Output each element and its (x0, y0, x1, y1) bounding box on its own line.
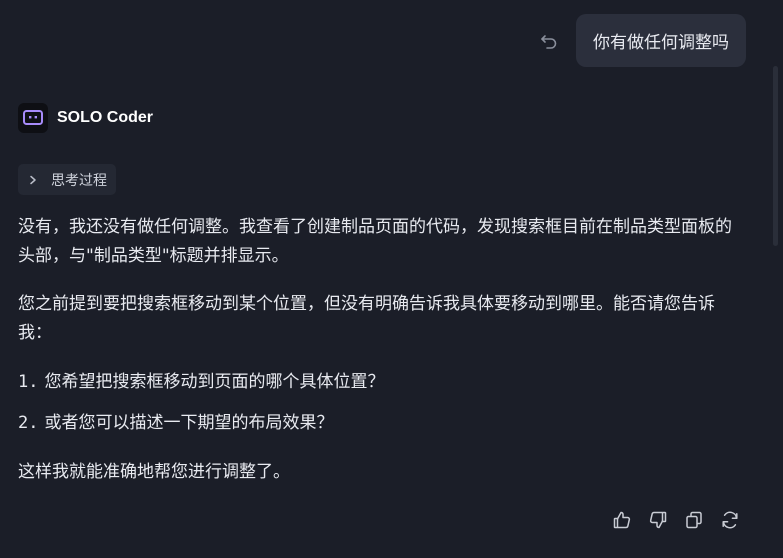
list-item: 1. 您希望把搜索框移动到页面的哪个具体位置？ (18, 368, 748, 397)
list-item-number: 2. (18, 413, 39, 433)
user-message-row: 你有做任何调整吗 (538, 14, 746, 67)
thumbs-up-icon[interactable] (611, 509, 633, 531)
robot-icon (18, 103, 48, 133)
list-item: 2. 或者您可以描述一下期望的布局效果？ (18, 409, 748, 438)
copy-icon[interactable] (683, 509, 705, 531)
message-actions (611, 509, 741, 531)
undo-icon[interactable] (538, 30, 560, 52)
user-message-text: 你有做任何调整吗 (593, 33, 729, 53)
response-paragraph: 您之前提到要把搜索框移动到某个位置，但没有明确告诉我具体要移动到哪里。能否请您告… (18, 294, 715, 343)
list-item-number: 1. (18, 372, 39, 392)
thinking-process-label: 思考过程 (51, 172, 107, 189)
thumbs-down-icon[interactable] (647, 509, 669, 531)
agent-name: SOLO Coder (57, 109, 154, 126)
thinking-process-toggle[interactable]: 思考过程 (18, 164, 116, 195)
agent-header: SOLO Coder (18, 103, 153, 133)
list-item-text: 或者您可以描述一下期望的布局效果？ (44, 413, 334, 433)
chevron-right-icon (28, 174, 38, 186)
chat-panel: 你有做任何调整吗 SOLO Coder 思考过程 没有，我还没有做任何调整。我查… (0, 0, 783, 558)
response-paragraph: 这样我就能准确地帮您进行调整了。 (18, 462, 290, 482)
refresh-icon[interactable] (719, 509, 741, 531)
user-message-bubble: 你有做任何调整吗 (576, 14, 746, 67)
list-item-text: 您希望把搜索框移动到页面的哪个具体位置？ (44, 372, 385, 392)
response-paragraph: 没有，我还没有做任何调整。我查看了创建制品页面的代码，发现搜索框目前在制品类型面… (18, 217, 732, 266)
scrollbar[interactable] (773, 66, 778, 246)
